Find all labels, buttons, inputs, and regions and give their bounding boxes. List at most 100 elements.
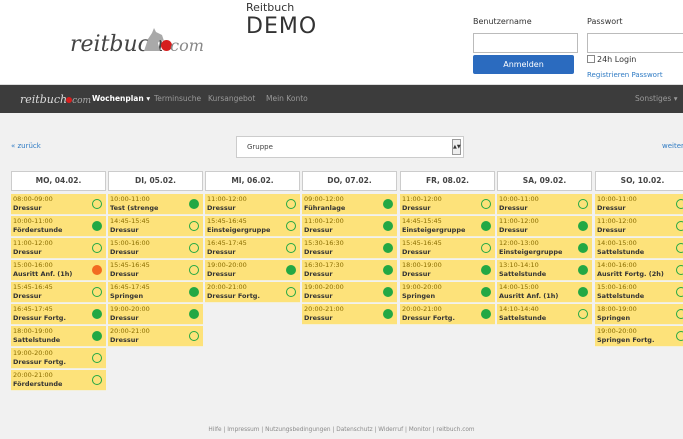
- availability-status-icon[interactable]: [383, 287, 393, 297]
- lesson-slot[interactable]: 11:00-12:00 Dressur: [497, 216, 592, 237]
- lesson-slot[interactable]: 11:00-12:00 Dressur: [205, 194, 300, 215]
- availability-status-icon[interactable]: [383, 221, 393, 231]
- lesson-slot[interactable]: 10:00-11:00 Förderstunde: [11, 216, 106, 237]
- availability-status-icon[interactable]: [383, 243, 393, 253]
- lesson-slot[interactable]: 16:45-17:45 Springen: [108, 282, 203, 303]
- nav-logo[interactable]: reitbuch com: [20, 93, 91, 106]
- username-input[interactable]: [473, 33, 578, 53]
- availability-status-icon[interactable]: [676, 265, 683, 275]
- availability-status-icon[interactable]: [676, 331, 683, 341]
- lesson-slot[interactable]: 18:00-19:00 Dressur: [400, 260, 495, 281]
- availability-status-icon[interactable]: [92, 353, 102, 363]
- lesson-slot[interactable]: 15:45-16:45 Dressur: [108, 260, 203, 281]
- availability-status-icon[interactable]: [578, 221, 588, 231]
- availability-status-icon[interactable]: [676, 221, 683, 231]
- availability-status-icon[interactable]: [578, 287, 588, 297]
- password-input[interactable]: [587, 33, 683, 53]
- lesson-slot[interactable]: 19:00-20:00 Dressur: [302, 282, 397, 303]
- availability-status-icon[interactable]: [676, 199, 683, 209]
- forward-link[interactable]: weiter: [662, 142, 683, 150]
- availability-status-icon[interactable]: [286, 287, 296, 297]
- nav-item-mein-konto[interactable]: Mein Konto: [266, 94, 308, 103]
- availability-status-icon[interactable]: [481, 265, 491, 275]
- lesson-slot[interactable]: 18:00-19:00 Springen: [595, 304, 683, 325]
- availability-status-icon[interactable]: [578, 243, 588, 253]
- login-button[interactable]: Anmelden: [473, 55, 574, 74]
- lesson-slot[interactable]: 19:00-20:00 Dressur: [108, 304, 203, 325]
- availability-status-icon[interactable]: [383, 309, 393, 319]
- lesson-slot[interactable]: 15:00-16:00 Sattelstunde: [595, 282, 683, 303]
- availability-status-icon[interactable]: [92, 221, 102, 231]
- availability-status-icon[interactable]: [189, 309, 199, 319]
- lesson-slot[interactable]: 20:00-21:00 Förderstunde: [11, 370, 106, 391]
- group-select[interactable]: Gruppe ▲▼: [236, 136, 464, 158]
- lesson-slot[interactable]: 14:00-15:00 Ausritt Anf. (1h): [497, 282, 592, 303]
- lesson-slot[interactable]: 15:45-16:45 Dressur: [400, 238, 495, 259]
- lesson-slot[interactable]: 14:10-14:40 Sattelstunde: [497, 304, 592, 325]
- lesson-slot[interactable]: 11:00-12:00 Dressur: [11, 238, 106, 259]
- availability-status-icon[interactable]: [481, 309, 491, 319]
- availability-status-icon[interactable]: [92, 265, 102, 275]
- availability-status-icon[interactable]: [92, 287, 102, 297]
- lesson-slot[interactable]: 15:00-16:00 Dressur: [108, 238, 203, 259]
- lesson-slot[interactable]: 10:00-11:00 Test (strenge: [108, 194, 203, 215]
- availability-status-icon[interactable]: [189, 221, 199, 231]
- lesson-slot[interactable]: 16:45-17:45 Dressur Fortg.: [11, 304, 106, 325]
- availability-status-icon[interactable]: [676, 309, 683, 319]
- nav-item-sonstiges[interactable]: Sonstiges ▾: [635, 94, 677, 103]
- lesson-slot[interactable]: 18:00-19:00 Sattelstunde: [11, 326, 106, 347]
- availability-status-icon[interactable]: [481, 199, 491, 209]
- lesson-slot[interactable]: 12:00-13:00 Einsteigergruppe: [497, 238, 592, 259]
- availability-status-icon[interactable]: [92, 375, 102, 385]
- lesson-slot[interactable]: 09:00-12:00 Führanlage: [302, 194, 397, 215]
- lesson-slot[interactable]: 15:45-16:45 Dressur: [11, 282, 106, 303]
- lesson-slot[interactable]: 10:00-11:00 Dressur: [595, 194, 683, 215]
- availability-status-icon[interactable]: [92, 243, 102, 253]
- availability-status-icon[interactable]: [92, 199, 102, 209]
- availability-status-icon[interactable]: [189, 265, 199, 275]
- lesson-slot[interactable]: 19:00-20:00 Dressur: [205, 260, 300, 281]
- lesson-slot[interactable]: 20:00-21:00 Dressur Fortg.: [205, 282, 300, 303]
- lesson-slot[interactable]: 19:00-20:00 Springen Fortg.: [595, 326, 683, 347]
- nav-item-wochenplan[interactable]: Wochenplan ▾: [92, 94, 150, 103]
- availability-status-icon[interactable]: [189, 331, 199, 341]
- lesson-slot[interactable]: 16:45-17:45 Dressur: [205, 238, 300, 259]
- availability-status-icon[interactable]: [383, 199, 393, 209]
- availability-status-icon[interactable]: [676, 243, 683, 253]
- back-link[interactable]: « zurück: [11, 142, 41, 150]
- availability-status-icon[interactable]: [189, 199, 199, 209]
- availability-status-icon[interactable]: [481, 243, 491, 253]
- lesson-slot[interactable]: 20:00-21:00 Dressur: [108, 326, 203, 347]
- availability-status-icon[interactable]: [189, 287, 199, 297]
- lesson-slot[interactable]: 11:00-12:00 Dressur: [302, 216, 397, 237]
- nav-item-terminsuche[interactable]: Terminsuche: [154, 94, 201, 103]
- remember-checkbox[interactable]: [587, 55, 595, 63]
- availability-status-icon[interactable]: [286, 221, 296, 231]
- lesson-slot[interactable]: 14:45-15:45 Dressur: [108, 216, 203, 237]
- availability-status-icon[interactable]: [286, 243, 296, 253]
- lesson-slot[interactable]: 11:00-12:00 Dressur: [595, 216, 683, 237]
- availability-status-icon[interactable]: [481, 287, 491, 297]
- availability-status-icon[interactable]: [578, 309, 588, 319]
- lesson-slot[interactable]: 08:00-09:00 Dressur: [11, 194, 106, 215]
- lesson-slot[interactable]: 11:00-12:00 Dressur: [400, 194, 495, 215]
- lesson-slot[interactable]: 14:00-15:00 Sattelstunde: [595, 238, 683, 259]
- lesson-slot[interactable]: 14:45-15:45 Einsteigergruppe: [400, 216, 495, 237]
- availability-status-icon[interactable]: [578, 265, 588, 275]
- availability-status-icon[interactable]: [676, 287, 683, 297]
- nav-item-kursangebot[interactable]: Kursangebot: [208, 94, 255, 103]
- lesson-slot[interactable]: 15:30-16:30 Dressur: [302, 238, 397, 259]
- lesson-slot[interactable]: 13:10-14:10 Sattelstunde: [497, 260, 592, 281]
- lesson-slot[interactable]: 19:00-20:00 Springen: [400, 282, 495, 303]
- availability-status-icon[interactable]: [189, 243, 199, 253]
- lesson-slot[interactable]: 19:00-20:00 Dressur Fortg.: [11, 348, 106, 369]
- availability-status-icon[interactable]: [481, 221, 491, 231]
- availability-status-icon[interactable]: [383, 265, 393, 275]
- lesson-slot[interactable]: 16:30-17:30 Dressur: [302, 260, 397, 281]
- availability-status-icon[interactable]: [286, 199, 296, 209]
- lesson-slot[interactable]: 15:45-16:45 Einsteigergruppe: [205, 216, 300, 237]
- logo[interactable]: reitbuch com: [70, 32, 204, 57]
- lesson-slot[interactable]: 20:00-21:00 Dressur: [302, 304, 397, 325]
- lesson-slot[interactable]: 20:00-21:00 Dressur Fortg.: [400, 304, 495, 325]
- availability-status-icon[interactable]: [286, 265, 296, 275]
